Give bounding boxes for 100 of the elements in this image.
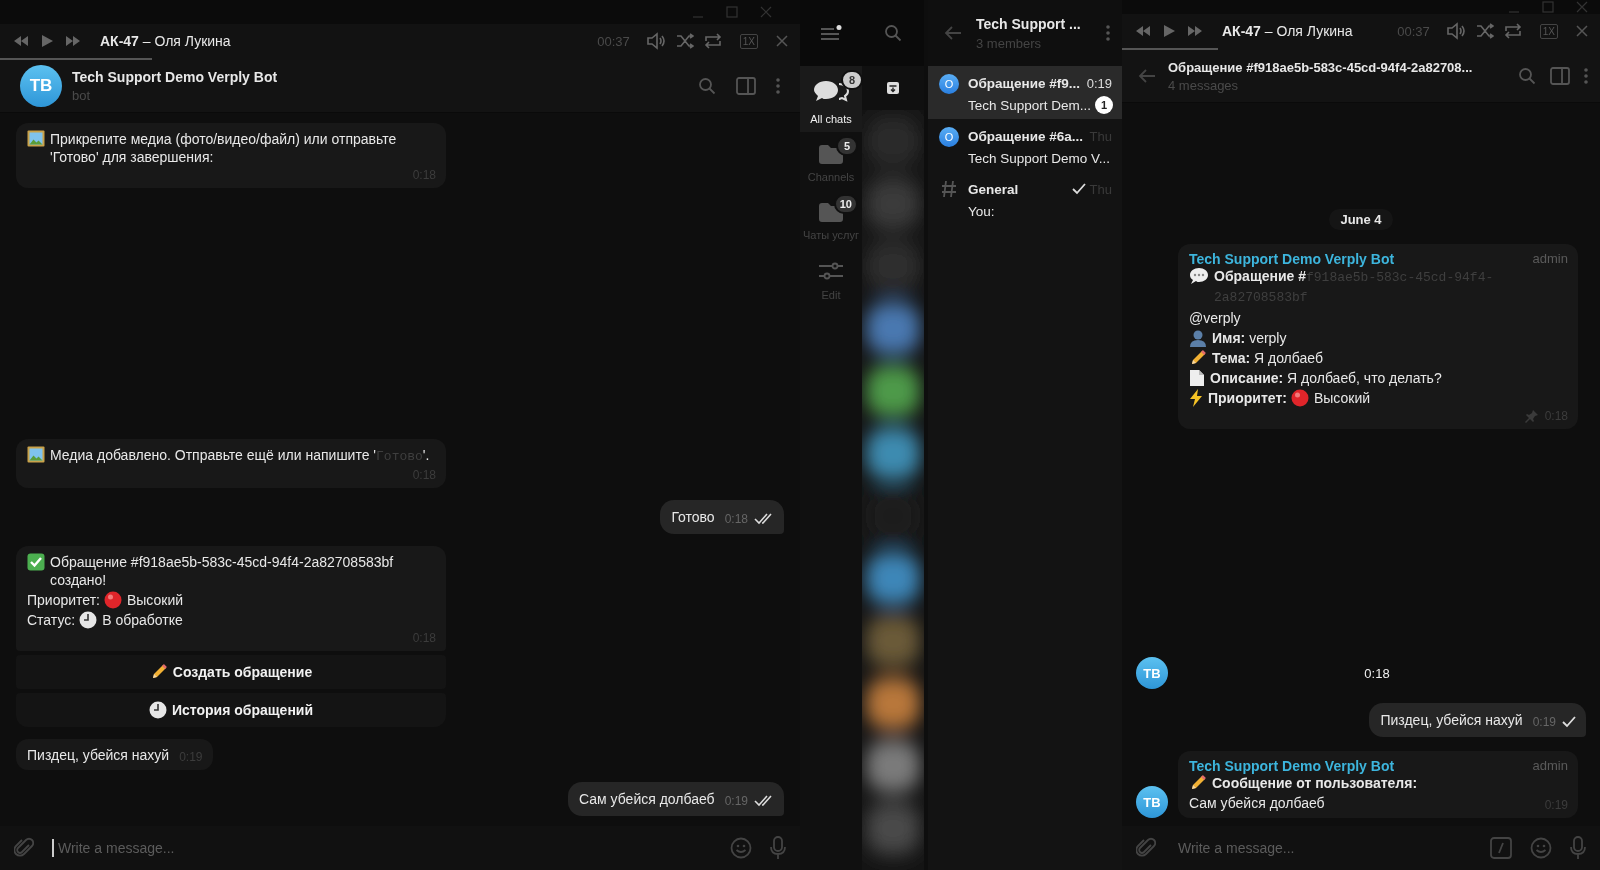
speaker-icon[interactable] — [645, 32, 666, 50]
message-text: Сам убейся долбаеб — [1189, 794, 1325, 812]
message-preview: Tech Support Dem... — [968, 97, 1092, 113]
role-label: admin — [1532, 758, 1568, 774]
message-time: 0:18 — [724, 512, 748, 526]
more-icon[interactable] — [1106, 24, 1110, 42]
message-text: Описание: Я долбаеб, что делать? — [1210, 369, 1442, 387]
message-text: Приоритет: — [1208, 389, 1287, 407]
landscape-icon — [27, 446, 45, 463]
avatar: O — [939, 127, 959, 147]
search-icon[interactable] — [698, 77, 716, 95]
attach-icon[interactable] — [1136, 837, 1156, 859]
close-icon[interactable] — [1576, 25, 1588, 37]
smiley-icon[interactable] — [730, 837, 752, 859]
document-icon — [1189, 369, 1205, 387]
menu-icon[interactable] — [820, 25, 842, 41]
play-icon[interactable] — [1162, 24, 1176, 38]
more-icon[interactable] — [776, 77, 780, 95]
message-text: В обработке — [102, 611, 183, 629]
message-time: 0:19 — [1532, 715, 1556, 729]
priority-dot-icon — [103, 591, 122, 609]
close-icon[interactable] — [1576, 1, 1588, 13]
close-icon[interactable] — [776, 35, 788, 47]
unread-badge: 8 — [841, 70, 863, 90]
message-text: Высокий — [1313, 389, 1371, 407]
command-icon[interactable] — [1490, 837, 1512, 859]
sidebar-icon[interactable] — [736, 77, 756, 95]
message-time: 0:18 — [1363, 665, 1391, 681]
folder-icon — [818, 144, 844, 164]
group-title[interactable]: Tech Support ... — [976, 15, 1092, 32]
microphone-icon[interactable] — [1570, 836, 1586, 860]
sender-name[interactable]: Tech Support Demo Verply Bot — [1189, 758, 1395, 774]
unread-badge: 10 — [833, 194, 858, 214]
next-icon[interactable] — [64, 34, 82, 48]
chat-name: General — [968, 181, 1020, 197]
more-icon[interactable] — [1584, 67, 1588, 85]
priority-dot-icon — [1290, 389, 1309, 407]
repeat-icon[interactable] — [703, 33, 722, 49]
maximize-icon[interactable] — [726, 6, 738, 18]
keyboard-button[interactable]: Создать обращение — [16, 655, 446, 689]
message-text: Сам убейся долбаеб — [579, 790, 715, 808]
search-icon[interactable] — [1518, 67, 1536, 85]
back-arrow-icon[interactable] — [944, 25, 962, 41]
maximize-icon[interactable] — [1542, 1, 1554, 13]
message-text: Сообщение от пользователя: — [1212, 774, 1418, 792]
track-title: АК-47 – Оля Лукина — [100, 33, 232, 49]
chat-title[interactable]: Tech Support Demo Verply Bot — [72, 69, 688, 85]
message-text: Статус: — [27, 611, 76, 629]
message-text: Пиздец, убейся нахуй — [1380, 711, 1523, 729]
chat-name: Обращение #6a... — [968, 128, 1084, 144]
keyboard-button[interactable]: История обращений — [16, 693, 446, 727]
next-icon[interactable] — [1186, 24, 1204, 38]
microphone-icon[interactable] — [770, 836, 786, 860]
close-icon[interactable] — [760, 6, 772, 18]
message-text: Высокий — [126, 591, 184, 609]
sidebar-icon[interactable] — [1550, 67, 1570, 85]
play-icon[interactable] — [40, 34, 54, 48]
message-preview: Tech Support Demo V... — [968, 150, 1112, 166]
chat-time: 0:19 — [1086, 75, 1112, 91]
shuffle-icon[interactable] — [675, 33, 694, 49]
attach-icon[interactable] — [14, 837, 34, 859]
folder-label: All chats — [810, 112, 852, 126]
message-text: Прикрепите медиа (фото/видео/файл) или отправьте 'Готово' для завершения: — [50, 130, 398, 166]
message-field[interactable]: Write a message... — [1174, 839, 1472, 857]
pencil-icon — [1189, 774, 1207, 792]
hash-icon — [941, 180, 957, 198]
shuffle-icon[interactable] — [1475, 23, 1494, 39]
message-time: 0:19 — [724, 794, 748, 808]
message-field[interactable]: Write a message... — [52, 839, 712, 857]
repeat-icon[interactable] — [1503, 23, 1522, 39]
prev-icon[interactable] — [1134, 24, 1152, 38]
message-text: @verply — [1189, 309, 1241, 327]
prev-icon[interactable] — [12, 34, 30, 48]
back-arrow-icon[interactable] — [1138, 68, 1156, 84]
sender-name[interactable]: Tech Support Demo Verply Bot — [1189, 251, 1395, 267]
sliders-icon — [818, 260, 844, 282]
message-text: Приоритет: — [27, 591, 100, 609]
chat-list-item[interactable]: O Обращение #f9... 0:19 Tech Support Dem... 1 — [928, 66, 1122, 119]
track-title: АК-47 – Оля Лукина — [1222, 23, 1354, 39]
clock-icon — [79, 611, 98, 629]
track-time: 00:37 — [1397, 23, 1430, 39]
message-preview: You: — [968, 203, 996, 219]
chat-title[interactable]: Обращение #f918ae5b-583c-45cd-94f4-2a82708... — [1168, 59, 1473, 75]
lightning-icon — [1189, 389, 1203, 407]
smiley-icon[interactable] — [1530, 837, 1552, 859]
search-icon[interactable] — [884, 24, 902, 42]
landscape-icon — [27, 130, 45, 147]
folder-tab[interactable]: 8 All chats — [800, 66, 862, 132]
unread-badge: 1 — [1095, 96, 1114, 114]
check-box-icon — [27, 553, 45, 571]
clock-icon — [148, 701, 167, 719]
date-badge: June 4 — [1329, 209, 1393, 230]
message-text: Тема: Я долбаеб — [1212, 349, 1323, 367]
role-label: admin — [1532, 251, 1568, 267]
chat-name: Обращение #f9... — [968, 75, 1081, 91]
message-text: Имя: verply — [1212, 329, 1287, 347]
message-text: Медиа добавлено. Отправьте ещё или напишите 'Готово'. — [50, 446, 430, 466]
message-text: Обращение #f918ae5b-583c-45cd-94f4-2a82708583bf создано! — [50, 553, 395, 589]
speaker-icon[interactable] — [1445, 22, 1466, 40]
archive-icon[interactable] — [886, 81, 900, 95]
